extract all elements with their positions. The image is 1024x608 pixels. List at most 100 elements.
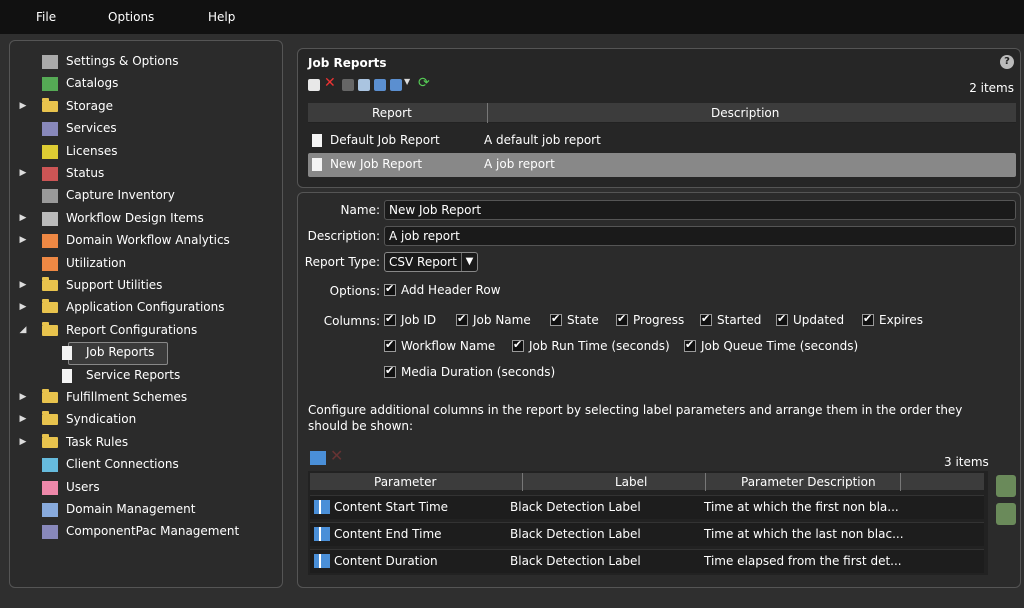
add-header-row-checkbox[interactable]: Add Header Row [384, 282, 501, 297]
users-icon [42, 480, 58, 495]
parameters-table: Parameter Label Parameter Description Co… [308, 471, 988, 575]
expand-arrow-icon[interactable]: ▶ [18, 409, 28, 430]
export-dropdown-icon[interactable]: ▼ [404, 77, 416, 89]
column-divider [487, 103, 488, 123]
column-checkbox[interactable]: Job Queue Time (seconds) [684, 338, 859, 353]
remove-parameter-icon[interactable]: ✕ [330, 446, 343, 465]
column-label[interactable]: Label [615, 475, 647, 489]
chart-icon [42, 167, 58, 181]
parameter-row[interactable]: Content Duration Black Detection Label T… [310, 549, 984, 573]
column-checkbox[interactable]: Expires [862, 312, 923, 327]
tree-item[interactable]: Catalogs [10, 73, 282, 94]
collapse-arrow-icon[interactable]: ◢ [18, 320, 28, 341]
delete-icon[interactable]: ✕ [324, 75, 336, 91]
column-divider [900, 473, 901, 491]
column-divider [522, 473, 523, 491]
column-checkbox[interactable]: State [550, 312, 599, 327]
tree-item-label: Utilization [66, 255, 127, 270]
add-parameter-icon[interactable] [310, 451, 326, 465]
expand-arrow-icon[interactable]: ▶ [18, 230, 28, 251]
tree-item[interactable]: Domain Management [10, 499, 282, 520]
instructions-text: Configure additional columns in the repo… [308, 403, 963, 433]
tree-item[interactable]: Service Reports [10, 365, 282, 386]
copy-icon[interactable] [358, 79, 370, 91]
tree-item[interactable]: ComponentPac Management [10, 521, 282, 542]
column-parameter-description[interactable]: Parameter Description [741, 475, 876, 489]
column-checkbox[interactable]: Job Name [456, 312, 531, 327]
tree-item[interactable]: ▶ Workflow Design Items [10, 208, 282, 229]
parameter-count: 3 items [944, 455, 989, 469]
column-checkbox[interactable]: Started [700, 312, 761, 327]
tree-item-label: Job Reports [86, 345, 155, 360]
column-checkbox[interactable]: Workflow Name [384, 338, 495, 353]
expand-arrow-icon[interactable]: ▶ [18, 432, 28, 453]
report-row-selected[interactable]: New Job Report A job report [308, 153, 1016, 177]
tree-item[interactable]: ▶ Application Configurations [10, 297, 282, 318]
new-report-icon[interactable] [308, 79, 320, 91]
save-icon[interactable] [342, 79, 354, 91]
tree-item[interactable]: Settings & Options [10, 51, 282, 72]
tree-item[interactable]: ◢ Report Configurations [10, 320, 282, 341]
tree-item[interactable]: Job Reports [10, 342, 282, 363]
description-label: Description: [307, 229, 380, 243]
report-type-select[interactable]: CSV Report ▼ [384, 252, 478, 272]
column-checkbox[interactable]: Progress [616, 312, 684, 327]
expand-arrow-icon[interactable]: ▶ [18, 275, 28, 296]
expand-arrow-icon[interactable]: ▶ [18, 297, 28, 318]
column-description[interactable]: Description [711, 106, 779, 120]
tree-item[interactable]: Client Connections [10, 454, 282, 475]
tree-item-label: Report Configurations [66, 322, 198, 337]
tree-item[interactable]: Capture Inventory [10, 185, 282, 206]
tree-item[interactable]: ▶ Task Rules [10, 432, 282, 453]
menu-options[interactable]: Options [108, 10, 154, 24]
parameter-name: Content Duration [334, 554, 438, 568]
parameter-row[interactable]: Content Start Time Black Detection Label… [310, 495, 984, 519]
name-field[interactable]: New Job Report [384, 200, 1016, 220]
move-down-icon[interactable] [996, 503, 1016, 525]
expand-arrow-icon[interactable]: ▶ [18, 208, 28, 229]
expand-arrow-icon[interactable]: ▶ [18, 387, 28, 408]
tree-item[interactable]: ▶ Status [10, 163, 282, 184]
tree-item[interactable]: ▶ Support Utilities [10, 275, 282, 296]
workflow-icon [42, 211, 58, 226]
column-checkbox[interactable]: Job ID [384, 312, 436, 327]
menu-bar: File Options Help [0, 0, 1024, 34]
export-icon[interactable] [390, 79, 402, 91]
column-checkbox[interactable]: Job Run Time (seconds) [512, 338, 670, 353]
checkbox-icon [384, 312, 396, 326]
tree-item[interactable]: ▶ Domain Workflow Analytics [10, 230, 282, 251]
tree-item[interactable]: Utilization [10, 253, 282, 274]
checkbox-label: Job Queue Time (seconds) [701, 339, 859, 353]
report-row[interactable]: Default Job Report A default job report [308, 129, 1016, 153]
tree-item[interactable]: Licenses [10, 141, 282, 162]
parameter-label: Black Detection Label [510, 527, 641, 541]
column-divider [705, 473, 706, 491]
expand-arrow-icon[interactable]: ▶ [18, 163, 28, 184]
column-checkbox[interactable]: Updated [776, 312, 844, 327]
tree-item[interactable]: Users [10, 477, 282, 498]
parameter-row[interactable]: Content End Time Black Detection Label T… [310, 522, 984, 546]
tree-item[interactable]: Services [10, 118, 282, 139]
column-report[interactable]: Report [372, 106, 412, 120]
tree-item-label: Fulfillment Schemes [66, 390, 188, 404]
folder-icon [42, 277, 58, 291]
move-up-icon[interactable] [996, 475, 1016, 497]
key-icon [42, 144, 58, 159]
column-checkbox[interactable]: Media Duration (seconds) [384, 364, 555, 379]
menu-help[interactable]: Help [208, 10, 235, 24]
menu-file[interactable]: File [36, 10, 56, 24]
checkbox-label: State [567, 313, 599, 327]
column-parameter[interactable]: Parameter [374, 475, 436, 489]
checkbox-icon [684, 338, 696, 352]
job-reports-panel: Job Reports ? ✕ ▼ ⟳ 2 items Report Descr… [297, 48, 1021, 188]
help-icon[interactable]: ? [1000, 55, 1014, 69]
refresh-icon[interactable]: ⟳ [418, 75, 430, 91]
tree-item[interactable]: ▶ Fulfillment Schemes [10, 387, 282, 408]
tree-item[interactable]: ▶ Syndication [10, 409, 282, 430]
tree-item-label: Service Reports [86, 367, 181, 382]
import-icon[interactable] [374, 79, 386, 91]
expand-arrow-icon[interactable]: ▶ [18, 96, 28, 117]
description-field[interactable]: A job report [384, 226, 1016, 246]
document-icon [62, 368, 72, 383]
tree-item[interactable]: ▶ Storage [10, 96, 282, 117]
